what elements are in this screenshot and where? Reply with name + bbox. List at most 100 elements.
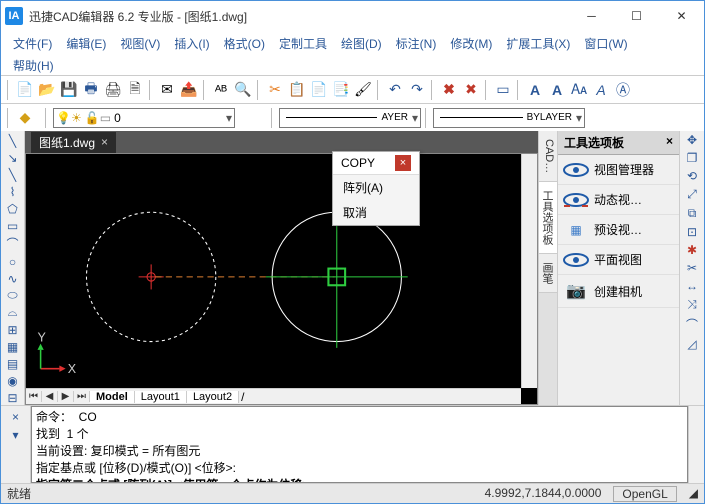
break-icon[interactable]: ⤨ — [687, 297, 697, 312]
block-icon[interactable]: ▦ — [3, 339, 23, 354]
layout-tab-1[interactable]: Layout1 — [135, 391, 187, 403]
circle-icon[interactable]: ○ — [3, 254, 23, 269]
rect-icon[interactable]: ▭ — [3, 218, 23, 233]
status-mode[interactable]: OpenGL — [613, 486, 676, 502]
chamfer-icon[interactable]: ◿ — [687, 337, 696, 351]
vtab-cad[interactable]: CAD… — [539, 131, 557, 182]
tab-prev-icon[interactable]: ◀ — [42, 391, 58, 402]
select-icon[interactable]: ▭ — [493, 80, 513, 100]
vtab-toolpalette[interactable]: 工具选项板 — [539, 182, 557, 254]
pasteblock-icon[interactable]: 📑 — [331, 80, 351, 100]
layout-tab-2[interactable]: Layout2 — [187, 391, 239, 403]
doc-tab-close-icon[interactable]: × — [101, 135, 108, 149]
palette-item-presetview[interactable]: ▦ 预设视… — [558, 215, 679, 245]
palette-item-camera[interactable]: 📷 创建相机 — [558, 275, 679, 308]
redo-icon[interactable]: ↷ — [407, 80, 427, 100]
find-icon[interactable]: 🔍 — [233, 80, 253, 100]
ctx-item-cancel[interactable]: 取消 — [333, 200, 419, 225]
fillet-icon[interactable]: ⌒ — [686, 316, 698, 333]
undo-icon[interactable]: ↶ — [385, 80, 405, 100]
array-icon[interactable]: ✱ — [687, 243, 697, 257]
text-a4-icon[interactable]: A — [591, 80, 611, 100]
command-text[interactable]: 命令： CO 找到 1 个 当前设置: 复印模式 = 所有图元 指定基点或 [位… — [31, 406, 688, 483]
palette-item-dynview[interactable]: 动态视… — [558, 185, 679, 215]
extend-icon[interactable]: ↔ — [686, 279, 698, 293]
menu-file[interactable]: 文件(F) — [7, 33, 58, 54]
printpreview-icon[interactable]: 🗎 — [125, 80, 145, 100]
text-a3-icon[interactable]: 🗛 — [569, 80, 589, 100]
xline-icon[interactable]: ╲ — [3, 167, 23, 182]
tool-palette-close-icon[interactable]: × — [666, 134, 673, 151]
text-a1-icon[interactable]: A — [525, 80, 545, 100]
menu-edit[interactable]: 编辑(E) — [60, 33, 112, 54]
spell-icon[interactable]: ᴬᴮ — [211, 80, 231, 100]
spline-icon[interactable]: ∿ — [3, 271, 23, 286]
erase-icon[interactable]: ✖ — [439, 80, 459, 100]
matchprop-icon[interactable]: 🖌 — [353, 80, 373, 100]
ctx-close-icon[interactable]: × — [395, 155, 411, 171]
saveall-icon[interactable]: 🖶 — [81, 80, 101, 100]
palette-item-viewmgr[interactable]: 视图管理器 — [558, 155, 679, 185]
menu-window[interactable]: 窗口(W) — [578, 33, 633, 54]
layermgr-icon[interactable]: ◆ — [15, 108, 35, 128]
region-icon[interactable]: ◉ — [3, 373, 23, 388]
text-a5-icon[interactable]: Ⓐ — [613, 80, 633, 100]
arc-icon[interactable]: ⌒ — [3, 235, 23, 252]
export-icon[interactable]: 📤 — [179, 80, 199, 100]
menu-dim[interactable]: 标注(N) — [390, 33, 443, 54]
canvas[interactable]: X Y COPY × 阵列(A) 取消 ⏮ ◀ ▶ ⏭ — [25, 153, 538, 405]
menu-ext[interactable]: 扩展工具(X) — [500, 33, 576, 54]
open-icon[interactable]: 📂 — [37, 80, 57, 100]
menu-view[interactable]: 视图(V) — [114, 33, 166, 54]
text-a2-icon[interactable]: A — [547, 80, 567, 100]
cmd-scrollbar[interactable] — [688, 406, 704, 483]
vtab-brush[interactable]: 画笔 — [539, 254, 557, 293]
layout-tab-model[interactable]: Model — [90, 391, 135, 403]
trim-icon[interactable]: ✂ — [687, 261, 697, 275]
tab-next-icon[interactable]: ▶ — [58, 391, 74, 402]
pline-icon[interactable]: ⌇ — [3, 184, 23, 199]
palette-item-planview[interactable]: 平面视图 — [558, 245, 679, 275]
save-icon[interactable]: 💾 — [59, 80, 79, 100]
ellipsearc-icon[interactable]: ⌓ — [3, 305, 23, 320]
linetype-dropdown[interactable]: AYER ▾ — [279, 108, 421, 128]
polygon-icon[interactable]: ⬠ — [3, 201, 23, 216]
minimize-button[interactable]: ─ — [569, 2, 614, 30]
cut-icon[interactable]: ✂ — [265, 80, 285, 100]
menu-modify[interactable]: 修改(M) — [444, 33, 498, 54]
ray-icon[interactable]: ↘ — [3, 150, 23, 165]
copy2-icon[interactable]: ❐ — [687, 151, 698, 165]
table-icon[interactable]: ⊟ — [3, 390, 23, 405]
scale-icon[interactable]: ⤢ — [687, 187, 697, 202]
rotate-icon[interactable]: ⟲ — [687, 169, 697, 183]
menu-draw[interactable]: 绘图(D) — [335, 33, 388, 54]
maximize-button[interactable]: ☐ — [614, 2, 659, 30]
hatch-icon[interactable]: ▤ — [3, 356, 23, 371]
cmd-pin-icon[interactable]: ▾ — [12, 428, 18, 442]
cmd-close-icon[interactable]: × — [12, 410, 19, 424]
offset-icon[interactable]: ⊡ — [687, 225, 697, 239]
tab-last-icon[interactable]: ⏭ — [74, 391, 90, 402]
lineweight-dropdown[interactable]: BYLAYER ▾ — [433, 108, 585, 128]
doc-tab-active[interactable]: 图纸1.dwg × — [31, 132, 116, 153]
menu-insert[interactable]: 插入(I) — [168, 33, 215, 54]
mirror-icon[interactable]: ⧉ — [688, 206, 697, 221]
scrollbar-vertical[interactable] — [521, 154, 537, 388]
paste-icon[interactable]: 📄 — [309, 80, 329, 100]
close-button[interactable]: ✕ — [659, 2, 704, 30]
layer-dropdown[interactable]: 💡☀ 🔓▭ 0 ▾ — [53, 108, 235, 128]
line-icon[interactable]: ╲ — [3, 133, 23, 148]
menu-format[interactable]: 格式(O) — [218, 33, 271, 54]
insert-icon[interactable]: ⊞ — [3, 322, 23, 337]
cmd-handle[interactable]: × ▾ — [1, 406, 31, 483]
ellipse-icon[interactable]: ⬭ — [3, 288, 23, 303]
tab-first-icon[interactable]: ⏮ — [26, 391, 42, 402]
copy-icon[interactable]: 📋 — [287, 80, 307, 100]
oops-icon[interactable]: ✖ — [461, 80, 481, 100]
ctx-item-array[interactable]: 阵列(A) — [333, 175, 419, 200]
print-icon[interactable]: 🖨 — [103, 80, 123, 100]
menu-customtools[interactable]: 定制工具 — [273, 33, 333, 54]
menu-help[interactable]: 帮助(H) — [7, 55, 60, 76]
move-icon[interactable]: ✥ — [687, 133, 697, 147]
email-icon[interactable]: ✉ — [157, 80, 177, 100]
